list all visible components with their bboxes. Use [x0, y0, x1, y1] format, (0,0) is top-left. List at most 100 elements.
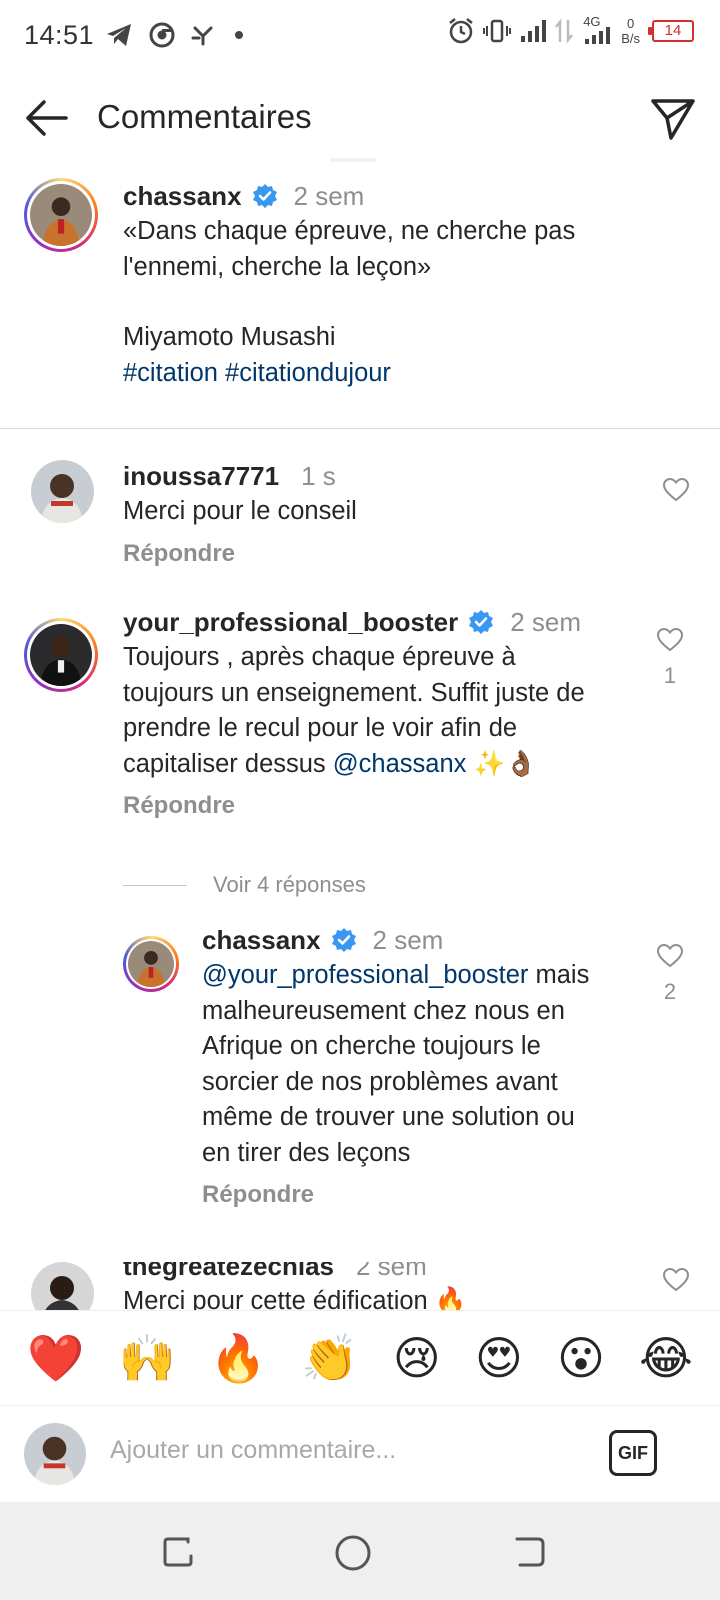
- emoji-bar: ❤️ 🙌 🔥 👏 😢 😍 😮 😂: [0, 1310, 720, 1406]
- reply-button[interactable]: Répondre: [123, 792, 585, 820]
- telegram-icon: [107, 24, 131, 46]
- comment-body: your_professional_booster 2 sem Toujours…: [123, 604, 585, 820]
- comment-text-line: en tirer des leçons: [202, 1138, 411, 1167]
- comment-text-line: malheureusement chez nous en: [202, 996, 565, 1025]
- system-nav-bar: [0, 1502, 720, 1600]
- dot-icon: [235, 31, 243, 39]
- comment-text-line: @your_professional_booster mais: [202, 958, 589, 994]
- reply-button[interactable]: Répondre: [123, 540, 357, 568]
- chrome-icon: [149, 22, 175, 48]
- verified-badge-icon: [469, 610, 494, 634]
- comment-text-line: même de trouver une solution ou: [202, 1103, 575, 1131]
- username[interactable]: inoussa7771: [123, 461, 279, 492]
- caption-line: l'ennemi, cherche la leçon»: [123, 252, 432, 281]
- vibrate-icon: [483, 19, 512, 43]
- comment-item: your_professional_booster 2 sem Toujours…: [0, 607, 720, 848]
- verified-badge-icon: [252, 184, 277, 208]
- home-icon[interactable]: [332, 1532, 374, 1574]
- caption-author: Miyamoto Musashi: [123, 323, 336, 351]
- comment-text: Merci pour le conseil: [123, 497, 357, 525]
- heart-icon: [662, 477, 690, 502]
- avatar-image: [30, 184, 92, 246]
- speed-unit: B/s: [621, 31, 640, 46]
- emoji-clap[interactable]: 👏: [301, 1335, 358, 1381]
- comment-body: chassanx 2 sem @your_professional_booste…: [202, 922, 589, 1209]
- speed-value: 0: [626, 16, 635, 31]
- avatar[interactable]: [24, 618, 98, 692]
- like-button[interactable]: 2: [655, 943, 685, 1005]
- emoji-surprised[interactable]: 😮: [557, 1335, 605, 1381]
- heart-icon: [662, 1267, 690, 1292]
- signal-icon: [521, 20, 547, 42]
- emoji-raised-hands[interactable]: 🙌: [118, 1335, 175, 1381]
- username[interactable]: chassanx: [123, 181, 242, 212]
- view-replies-button[interactable]: Voir 4 réponses: [123, 872, 366, 898]
- emoji-crying[interactable]: 😢: [393, 1335, 441, 1381]
- like-count: 2: [663, 979, 677, 1004]
- alarm-icon: [449, 18, 473, 44]
- avatar-image: [31, 460, 94, 523]
- header: Commentaires: [0, 88, 720, 162]
- battery-icon: 14: [648, 20, 694, 42]
- status-right: 4G 0 B/s 14: [447, 14, 694, 46]
- current-user-avatar: [24, 1423, 86, 1485]
- emoji-heart-eyes[interactable]: 😍: [475, 1335, 523, 1381]
- avatar[interactable]: [123, 936, 179, 992]
- reply-button[interactable]: Répondre: [202, 1181, 589, 1209]
- gif-button[interactable]: GIF: [609, 1430, 657, 1476]
- timestamp: 2 sem: [372, 924, 444, 955]
- data-arrows-icon: [555, 18, 574, 44]
- paper-plane-icon[interactable]: [650, 96, 696, 142]
- comment-text-line: prendre le recul pour le voir afin de: [123, 714, 518, 742]
- username[interactable]: your_professional_booster: [123, 607, 458, 638]
- comment-text-segment: mais: [528, 961, 590, 989]
- caption: chassanx 2 sem «Dans chaque épreuve, ne …: [0, 178, 720, 408]
- avatar[interactable]: [31, 1262, 94, 1310]
- heart-icon: [656, 627, 684, 652]
- comment-text: Merci pour cette édification 🔥: [123, 1287, 467, 1310]
- status-bar: 14:51 4G 0 B/s 14: [0, 0, 720, 72]
- caption-divider: [0, 428, 720, 429]
- avatar-image: [24, 1423, 86, 1485]
- status-left-icons: [105, 22, 245, 48]
- like-button[interactable]: [661, 1267, 691, 1297]
- username[interactable]: thegreatezechias: [123, 1262, 334, 1282]
- avatar[interactable]: [31, 460, 94, 523]
- username[interactable]: chassanx: [202, 925, 321, 956]
- emoji-laughing[interactable]: 😂: [639, 1335, 693, 1381]
- replies-line: [123, 884, 187, 886]
- like-button[interactable]: 1: [655, 627, 685, 689]
- comment-composer: GIF: [0, 1406, 720, 1502]
- back-nav-icon[interactable]: [510, 1532, 550, 1572]
- heart-icon: [656, 943, 684, 968]
- comment-text-line: toujours un enseignement. Suffit juste d…: [123, 678, 585, 707]
- like-count: 1: [663, 663, 677, 688]
- comment-body: thegreatezechias 2 sem Merci pour cette …: [123, 1262, 467, 1310]
- scroll-indicator: [330, 158, 376, 162]
- page-title: Commentaires: [97, 98, 312, 135]
- timestamp: 2 sem: [293, 180, 365, 211]
- reply-item: chassanx 2 sem @your_professional_booste…: [0, 925, 720, 1236]
- emoji-fire[interactable]: 🔥: [210, 1335, 267, 1381]
- view-replies-label: Voir 4 réponses: [213, 872, 366, 897]
- comment-text-line: sorcier de nos problèmes avant: [202, 1067, 558, 1096]
- comment-text-line: Afrique on cherche toujours le: [202, 1032, 541, 1060]
- comment-text-segment: capitaliser dessus: [123, 749, 333, 778]
- avatar-image: [128, 941, 174, 987]
- comment-input[interactable]: [110, 1436, 580, 1465]
- network-speed: 0 B/s: [621, 16, 640, 46]
- verified-badge-icon: [331, 928, 356, 952]
- recents-icon[interactable]: [158, 1532, 198, 1572]
- avatar[interactable]: [24, 178, 98, 252]
- arrow-left-icon[interactable]: [24, 98, 70, 138]
- emoji-heart[interactable]: ❤️: [27, 1335, 84, 1381]
- caption-line: «Dans chaque épreuve, ne cherche pas: [123, 217, 576, 245]
- comment-text-line: Toujours , après chaque épreuve à: [123, 643, 516, 671]
- hashtags[interactable]: #citation #citationdujour: [123, 356, 575, 392]
- mention-link[interactable]: @chassanx: [333, 750, 467, 778]
- like-button[interactable]: [661, 477, 691, 507]
- mention-link[interactable]: @your_professional_booster: [202, 961, 528, 989]
- signal-4g-icon: 4G: [581, 14, 613, 46]
- avatar-image: [31, 1262, 94, 1310]
